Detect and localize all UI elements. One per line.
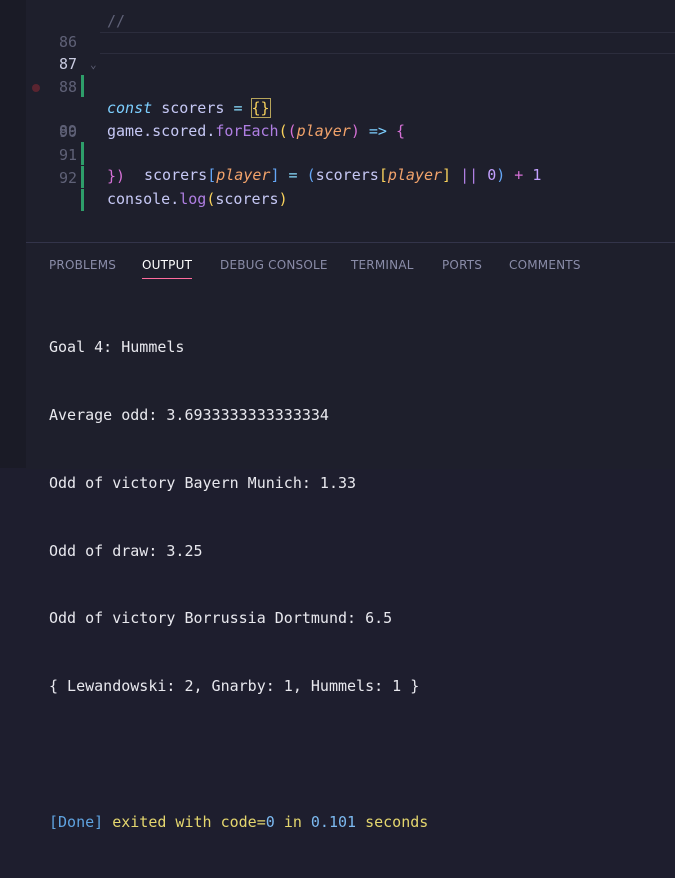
output-line: Odd of draw: 3.25 <box>49 541 203 560</box>
elapsed-time: 0.101 <box>310 812 357 831</box>
tab-output[interactable]: OUTPUT <box>142 258 193 279</box>
done-message: seconds <box>365 812 429 831</box>
output-done-line: [Done] exited with code=0 in 0.101 secon… <box>49 811 669 834</box>
code-line-89[interactable]: 89 scorers[player] = (scorers[player] ||… <box>0 76 675 184</box>
tab-problems[interactable]: PROBLEMS <box>49 258 116 272</box>
output-line: { Lewandowski: 2, Gnarby: 1, Hummels: 1 … <box>49 677 420 696</box>
output-log[interactable]: Goal 4: Hummels Average odd: 3.693333333… <box>49 291 669 878</box>
done-message: in <box>283 812 302 831</box>
code-text: scorers[player] = (scorers[player] || 0)… <box>144 166 542 184</box>
git-added-marker <box>81 166 84 188</box>
code-line-91[interactable]: 91 console.log(scorers) <box>0 122 675 208</box>
done-message: exited with <box>112 812 212 831</box>
exit-code-value: 0 <box>265 812 275 831</box>
tab-debug-console[interactable]: DEBUG CONSOLE <box>220 258 328 272</box>
git-added-marker <box>81 189 84 211</box>
code-line-86[interactable]: 86 <box>0 9 675 51</box>
done-tag: [Done] <box>49 812 104 831</box>
fold-chevron-icon[interactable]: ⌄ <box>90 54 97 76</box>
tab-comments[interactable]: COMMENTS <box>509 258 581 272</box>
panel-left-edge <box>0 242 26 468</box>
breakpoint-dot-icon[interactable] <box>32 84 40 92</box>
code-line-92[interactable]: 92 <box>0 145 675 211</box>
output-line: Odd of victory Borrussia Dortmund: 6.5 <box>49 609 393 628</box>
output-line: Goal 4: Hummels <box>49 338 185 357</box>
panel-tabs: PROBLEMS OUTPUT DEBUG CONSOLE TERMINAL P… <box>26 243 675 287</box>
tab-ports[interactable]: PORTS <box>442 258 482 272</box>
code-text: }) <box>107 167 126 185</box>
code-line-87[interactable]: 87 const scorers = {} <box>0 31 675 118</box>
output-line-blank <box>49 743 669 766</box>
exit-code-label: code= <box>220 812 266 831</box>
bottom-panel: PROBLEMS OUTPUT DEBUG CONSOLE TERMINAL P… <box>26 242 675 831</box>
line-number: 92 <box>58 169 77 187</box>
code-text: console.log(scorers) <box>107 190 288 208</box>
output-line: Average odd: 3.6933333333333334 <box>49 405 329 424</box>
code-line-90[interactable]: 90 }) <box>0 99 675 185</box>
code-editor[interactable]: // 86 87 const scorers = {} 88 ⌄ game.sc… <box>0 0 675 242</box>
code-line-88[interactable]: 88 ⌄ game.scored.forEach((player) => { <box>0 54 675 140</box>
tab-terminal[interactable]: TERMINAL <box>351 258 414 272</box>
output-line: Odd of victory Bayern Munich: 1.33 <box>49 473 357 492</box>
